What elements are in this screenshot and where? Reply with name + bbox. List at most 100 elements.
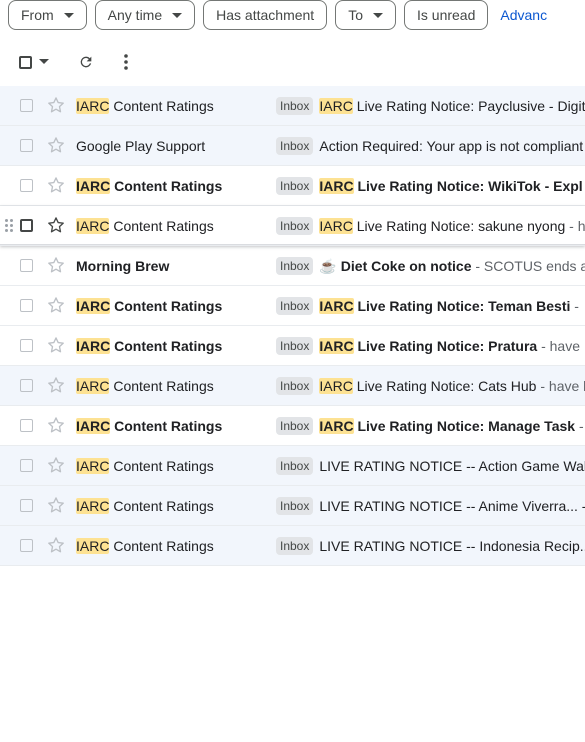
search-highlight: IARC — [76, 178, 111, 194]
inbox-label-badge[interactable]: Inbox — [276, 337, 314, 356]
star-icon[interactable] — [46, 175, 66, 195]
inbox-label-badge[interactable]: Inbox — [276, 297, 314, 316]
search-highlight: IARC — [319, 218, 353, 234]
subject-text: Action Required: Your app is not complia… — [319, 138, 584, 154]
email-content: Inbox ☕ Diet Coke on notice - SCOTUS ends … — [276, 246, 585, 286]
email-subject: IARC Live Rating Notice: Payclusive - Di… — [319, 98, 585, 114]
inbox-label-badge[interactable]: Inbox — [276, 97, 314, 116]
search-highlight: IARC — [76, 498, 110, 514]
email-subject: IARC Live Rating Notice: Cats Hub — [319, 378, 536, 394]
row-checkbox[interactable] — [20, 339, 33, 352]
email-row[interactable]: IARC Content Ratings Inbox IARC Live Ratin… — [0, 86, 585, 126]
email-content: Inbox IARC Live Rating Notice: sakune nyo… — [276, 206, 585, 246]
star-icon[interactable] — [46, 535, 66, 555]
star-icon[interactable] — [46, 135, 66, 155]
filter-chip-to[interactable]: To — [335, 0, 396, 30]
email-row[interactable]: IARC Content Ratings Inbox IARC Live Ratin… — [0, 206, 585, 246]
star-icon[interactable] — [46, 95, 66, 115]
row-checkbox[interactable] — [20, 299, 33, 312]
filter-chip-is-unread[interactable]: Is unread — [404, 0, 489, 30]
row-checkbox[interactable] — [20, 499, 33, 512]
refresh-button[interactable] — [70, 46, 102, 78]
email-snippet: - have — [537, 338, 580, 354]
email-row[interactable]: IARC Content Ratings Inbox IARC Live Ratin… — [0, 406, 585, 446]
filter-chip-label: From — [21, 7, 54, 23]
drag-handle-icon[interactable] — [5, 219, 15, 233]
star-icon[interactable] — [46, 215, 66, 235]
filter-chip-from[interactable]: From — [8, 0, 87, 30]
select-all-button[interactable] — [14, 46, 54, 78]
star-icon[interactable] — [46, 255, 66, 275]
row-checkbox[interactable] — [20, 99, 33, 112]
inbox-label-badge[interactable]: Inbox — [276, 217, 314, 236]
inbox-label-badge[interactable]: Inbox — [276, 537, 314, 556]
email-row[interactable]: IARC Content Ratings Inbox IARC Live Ratin… — [0, 286, 585, 326]
row-checkbox[interactable] — [20, 379, 33, 392]
email-row[interactable]: IARC Content Ratings Inbox LIVE RATING NOT… — [0, 486, 585, 526]
more-options-button[interactable] — [110, 46, 142, 78]
email-subject: IARC Live Rating Notice: Teman Besti — [319, 298, 570, 314]
email-row[interactable]: IARC Content Ratings Inbox LIVE RATING NOT… — [0, 526, 585, 566]
row-checkbox[interactable] — [20, 219, 33, 232]
email-row[interactable]: IARC Content Ratings Inbox IARC Live Ratin… — [0, 366, 585, 406]
dropdown-caret-icon — [373, 12, 383, 18]
select-all-checkbox[interactable] — [19, 55, 32, 69]
email-row[interactable]: Google Play Support Inbox Action Required:… — [0, 126, 585, 166]
email-content: Inbox IARC Live Rating Notice: Manage Tas… — [276, 406, 585, 446]
email-content: Inbox LIVE RATING NOTICE -- Action Game W… — [276, 446, 585, 486]
filter-chip-has-attachment[interactable]: Has attachment — [203, 0, 328, 30]
star-icon[interactable] — [46, 495, 66, 515]
subject-text: Live Rating Notice: Pratura — [357, 338, 538, 354]
filter-chip-any-time[interactable]: Any time — [94, 0, 196, 30]
inbox-label-badge[interactable]: Inbox — [276, 257, 314, 276]
row-checkbox[interactable] — [20, 259, 33, 272]
row-checkbox[interactable] — [20, 459, 33, 472]
sender-name: Content Ratings — [113, 218, 214, 234]
inbox-label-badge[interactable]: Inbox — [276, 137, 314, 156]
row-checkbox[interactable] — [20, 139, 33, 152]
star-icon[interactable] — [46, 295, 66, 315]
inbox-label-badge[interactable]: Inbox — [276, 377, 314, 396]
email-subject: Diet Coke on notice — [341, 258, 472, 274]
search-highlight: IARC — [76, 98, 110, 114]
email-sender: IARC Content Ratings — [76, 366, 266, 406]
row-checkbox[interactable] — [20, 539, 33, 552]
email-subject: IARC Live Rating Notice: WikiTok - Expl — [319, 178, 583, 194]
star-icon[interactable] — [46, 455, 66, 475]
email-snippet: - SCOTUS ends a — [471, 258, 585, 274]
dropdown-caret-icon — [172, 12, 183, 18]
row-checkbox[interactable] — [20, 419, 33, 432]
email-row[interactable]: IARC Content Ratings Inbox LIVE RATING NOT… — [0, 446, 585, 486]
advanced-search-link[interactable]: Advanc — [496, 0, 547, 30]
search-highlight: IARC — [319, 98, 353, 114]
star-icon[interactable] — [46, 335, 66, 355]
email-row[interactable]: Morning Brew Inbox ☕ Diet Coke on notice - … — [0, 246, 585, 286]
sender-name: Content Ratings — [114, 338, 223, 354]
more-vert-icon[interactable] — [124, 54, 128, 70]
inbox-label-badge[interactable]: Inbox — [276, 457, 314, 476]
email-sender: IARC Content Ratings — [76, 406, 266, 446]
email-sender: Morning Brew — [76, 246, 266, 286]
sender-name: Content Ratings — [113, 378, 214, 394]
email-content: Inbox IARC Live Rating Notice: Teman Best… — [276, 286, 585, 326]
subject-text: Diet Coke on notice — [340, 258, 472, 274]
refresh-icon[interactable] — [78, 54, 94, 70]
subject-text: Live Rating Notice: Manage Task — [357, 418, 576, 434]
search-highlight: IARC — [76, 538, 110, 554]
email-content: Inbox LIVE RATING NOTICE -- Indonesia Rec… — [276, 526, 585, 566]
inbox-label-badge[interactable]: Inbox — [276, 177, 314, 196]
email-subject: IARC Live Rating Notice: Manage Task — [319, 418, 575, 434]
email-row[interactable]: IARC Content Ratings Inbox IARC Live Ratin… — [0, 166, 585, 206]
inbox-label-badge[interactable]: Inbox — [276, 497, 314, 516]
email-row[interactable]: IARC Content Ratings Inbox IARC Live Ratin… — [0, 326, 585, 366]
star-icon[interactable] — [46, 415, 66, 435]
email-subject: Action Required: Your app is not complia… — [319, 138, 583, 154]
row-checkbox[interactable] — [20, 179, 33, 192]
search-highlight: IARC — [76, 378, 110, 394]
subject-text: Live Rating Notice: Teman Besti — [357, 298, 571, 314]
email-snippet: - — [570, 298, 579, 314]
inbox-label-badge[interactable]: Inbox — [276, 417, 314, 436]
chevron-down-icon[interactable] — [39, 59, 49, 65]
star-icon[interactable] — [46, 375, 66, 395]
email-sender: IARC Content Ratings — [76, 446, 266, 486]
